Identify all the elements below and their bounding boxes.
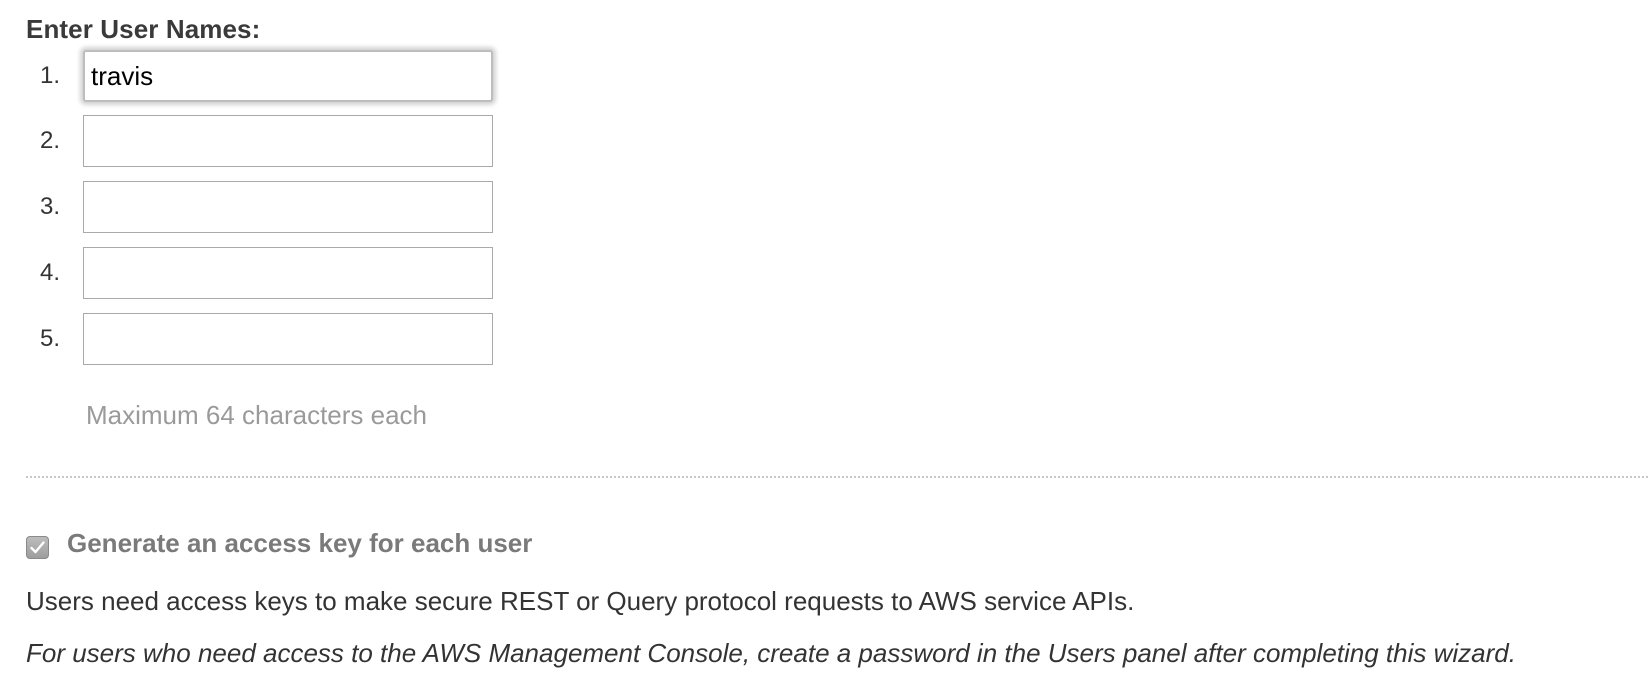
user-name-row-4: 4. [40,247,493,299]
user-name-row-2: 2. [40,115,493,167]
user-name-input-1[interactable] [83,50,493,102]
row-number: 2. [40,127,61,154]
access-key-description: Users need access keys to make secure RE… [26,586,1135,616]
section-divider [26,476,1648,478]
console-password-note: For users who need access to the AWS Man… [26,638,1516,668]
max-length-hint: Maximum 64 characters each [86,400,428,430]
generate-access-key-checkbox[interactable] [26,536,49,559]
user-name-input-2[interactable] [83,115,493,167]
row-number: 4. [40,259,61,286]
user-name-row-5: 5. [40,313,493,365]
page-title: Enter User Names: [26,14,261,44]
user-name-input-3[interactable] [83,181,493,233]
user-name-input-5[interactable] [83,313,493,365]
user-name-row-3: 3. [40,181,493,233]
row-number: 1. [40,62,61,89]
row-number: 5. [40,325,61,352]
user-name-input-4[interactable] [83,247,493,299]
generate-access-key-label[interactable]: Generate an access key for each user [67,528,532,559]
checkmark-icon [30,541,45,554]
row-number: 3. [40,193,61,220]
generate-access-key-option[interactable]: Generate an access key for each user [26,528,532,559]
user-name-row-1: 1. [40,50,493,102]
